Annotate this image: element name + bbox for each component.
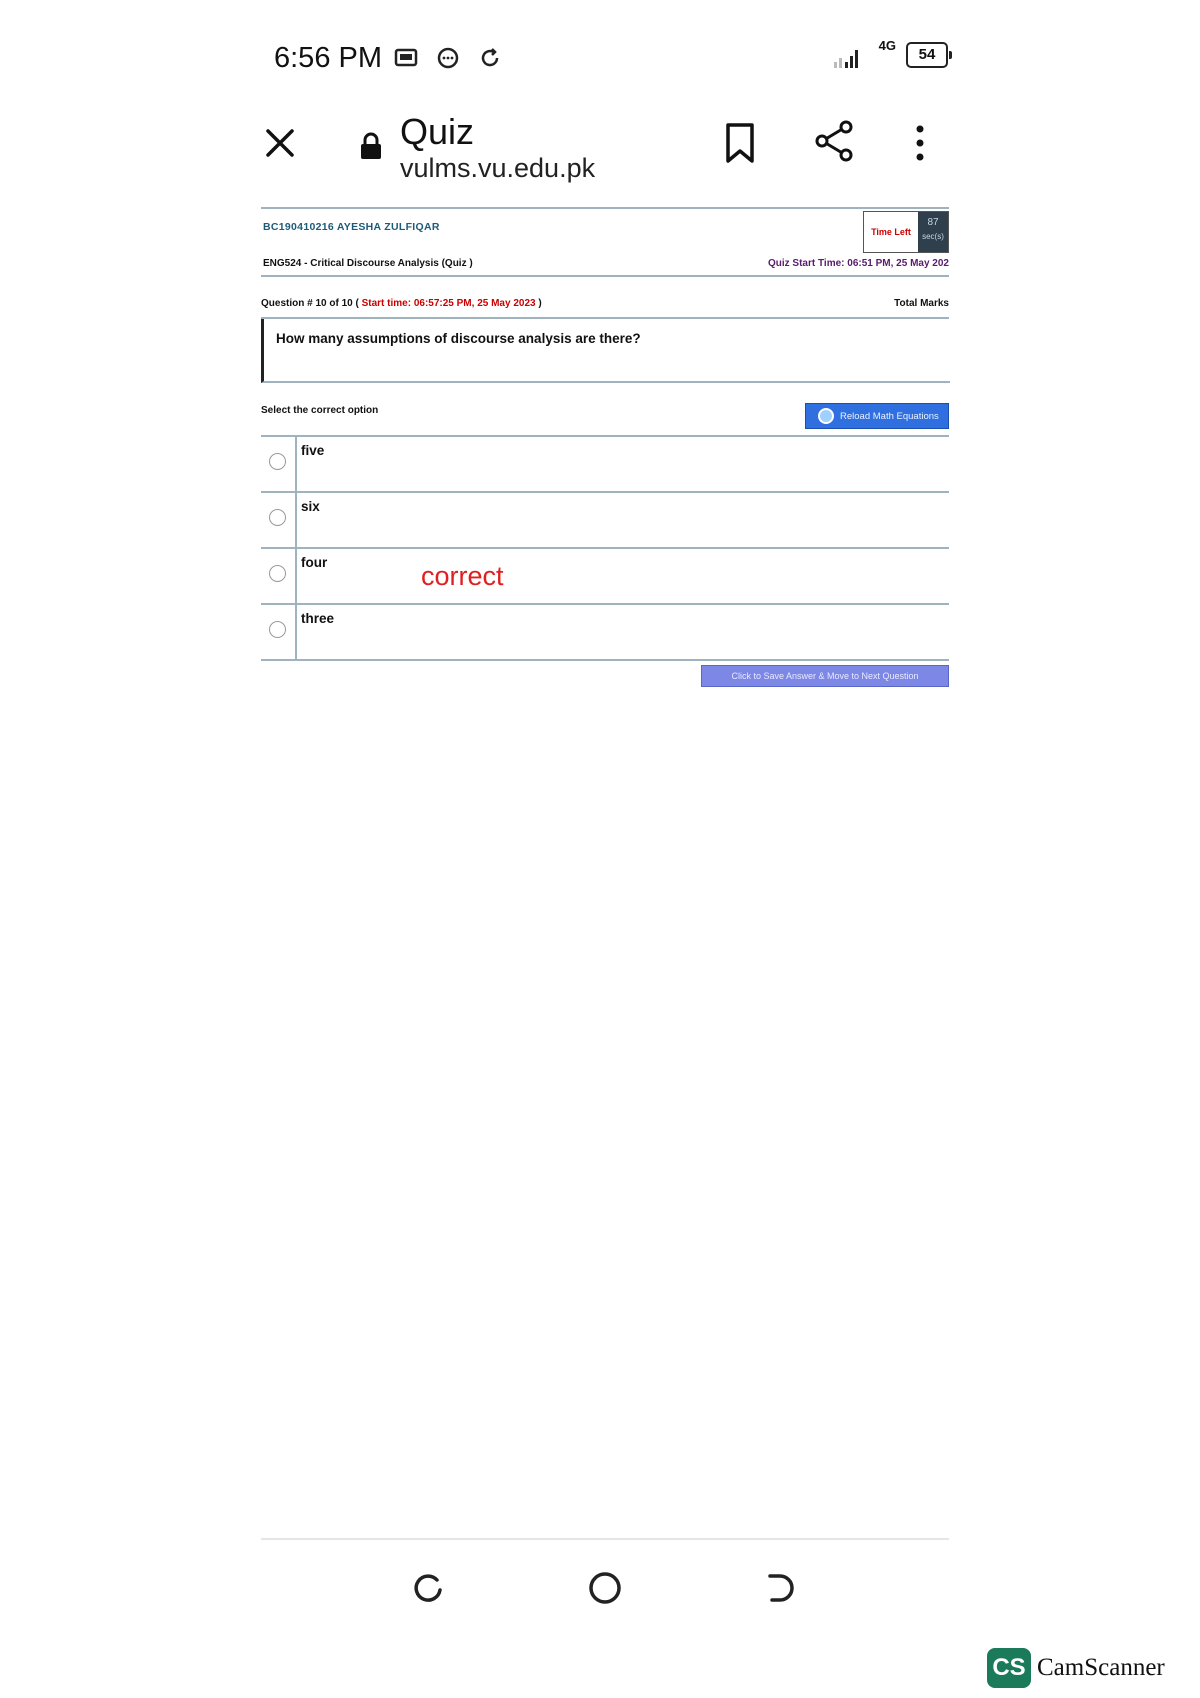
select-option-label: Select the correct option — [261, 405, 379, 416]
close-icon[interactable] — [260, 123, 300, 163]
save-next-button[interactable]: Click to Save Answer & Move to Next Ques… — [701, 665, 949, 687]
browser-toolbar: Quiz vulms.vu.edu.pk — [260, 105, 948, 195]
option-three[interactable]: three — [261, 605, 949, 661]
option-five[interactable]: five — [261, 437, 949, 493]
option-four[interactable]: four correct — [261, 549, 949, 605]
option-divider — [295, 605, 297, 659]
option-divider — [295, 437, 297, 491]
option-label: six — [301, 499, 320, 514]
quiz-start-time: Quiz Start Time: 06:51 PM, 25 May 202 — [767, 258, 949, 269]
bookmark-icon[interactable] — [722, 121, 758, 165]
radio-button[interactable] — [269, 509, 286, 526]
more-options-icon[interactable] — [908, 121, 932, 165]
student-name: BC190410216 AYESHA ZULFIQAR — [263, 221, 440, 233]
radio-button[interactable] — [269, 453, 286, 470]
answer-options: five six four correct three — [261, 435, 949, 661]
question-counter-close: ) — [538, 298, 542, 309]
time-left-seconds: 87 — [927, 217, 939, 228]
question-number: Question # 10 of 10 ( Start time: 06:57:… — [261, 298, 542, 309]
network-type: 4G — [878, 38, 896, 53]
total-marks: Total Marks — [894, 298, 949, 309]
lock-icon — [361, 132, 381, 159]
back-icon[interactable] — [762, 1568, 802, 1608]
option-label: four — [301, 555, 328, 570]
course-title: ENG524 - Critical Discourse Analysis (Qu… — [263, 258, 473, 269]
camscanner-text: CamScanner — [1037, 1654, 1165, 1681]
status-bar: 6:56 PM 4G 54 — [260, 36, 952, 82]
time-left-value: 87 sec(s) — [918, 212, 948, 252]
message-icon — [394, 48, 418, 67]
radio-button[interactable] — [269, 621, 286, 638]
battery-icon: 54 — [906, 42, 952, 68]
reload-label: Reload Math Equations — [840, 410, 939, 422]
divider — [261, 275, 949, 277]
page-url[interactable]: vulms.vu.edu.pk — [400, 153, 595, 184]
divider — [261, 207, 949, 209]
reload-icon — [818, 408, 834, 424]
option-label: five — [301, 443, 325, 458]
signal-icon — [834, 50, 858, 68]
recent-apps-icon[interactable] — [408, 1568, 448, 1608]
time-left-box: Time Left 87 sec(s) — [863, 211, 949, 253]
option-six[interactable]: six — [261, 493, 949, 549]
correct-annotation: correct — [421, 561, 504, 591]
option-divider — [295, 549, 297, 603]
question-counter: Question # 10 of 10 ( — [261, 298, 359, 309]
reload-math-button[interactable]: Reload Math Equations — [805, 403, 949, 429]
question-box: How many assumptions of discourse analys… — [261, 319, 950, 383]
status-time: 6:56 PM — [274, 42, 382, 74]
time-left-label: Time Left — [864, 212, 918, 252]
option-label: three — [301, 611, 335, 626]
home-icon[interactable] — [585, 1568, 625, 1608]
share-icon[interactable] — [812, 119, 856, 163]
nav-divider — [261, 1538, 949, 1540]
page-title: Quiz — [400, 111, 475, 152]
chat-icon — [437, 47, 459, 69]
question-start-time: Start time: 06:57:25 PM, 25 May 2023 — [361, 298, 536, 309]
camscanner-logo: CS — [987, 1648, 1031, 1688]
sync-icon — [481, 48, 499, 67]
option-divider — [295, 493, 297, 547]
question-text: How many assumptions of discourse analys… — [276, 331, 641, 346]
radio-button[interactable] — [269, 565, 286, 582]
time-left-unit: sec(s) — [922, 232, 944, 241]
